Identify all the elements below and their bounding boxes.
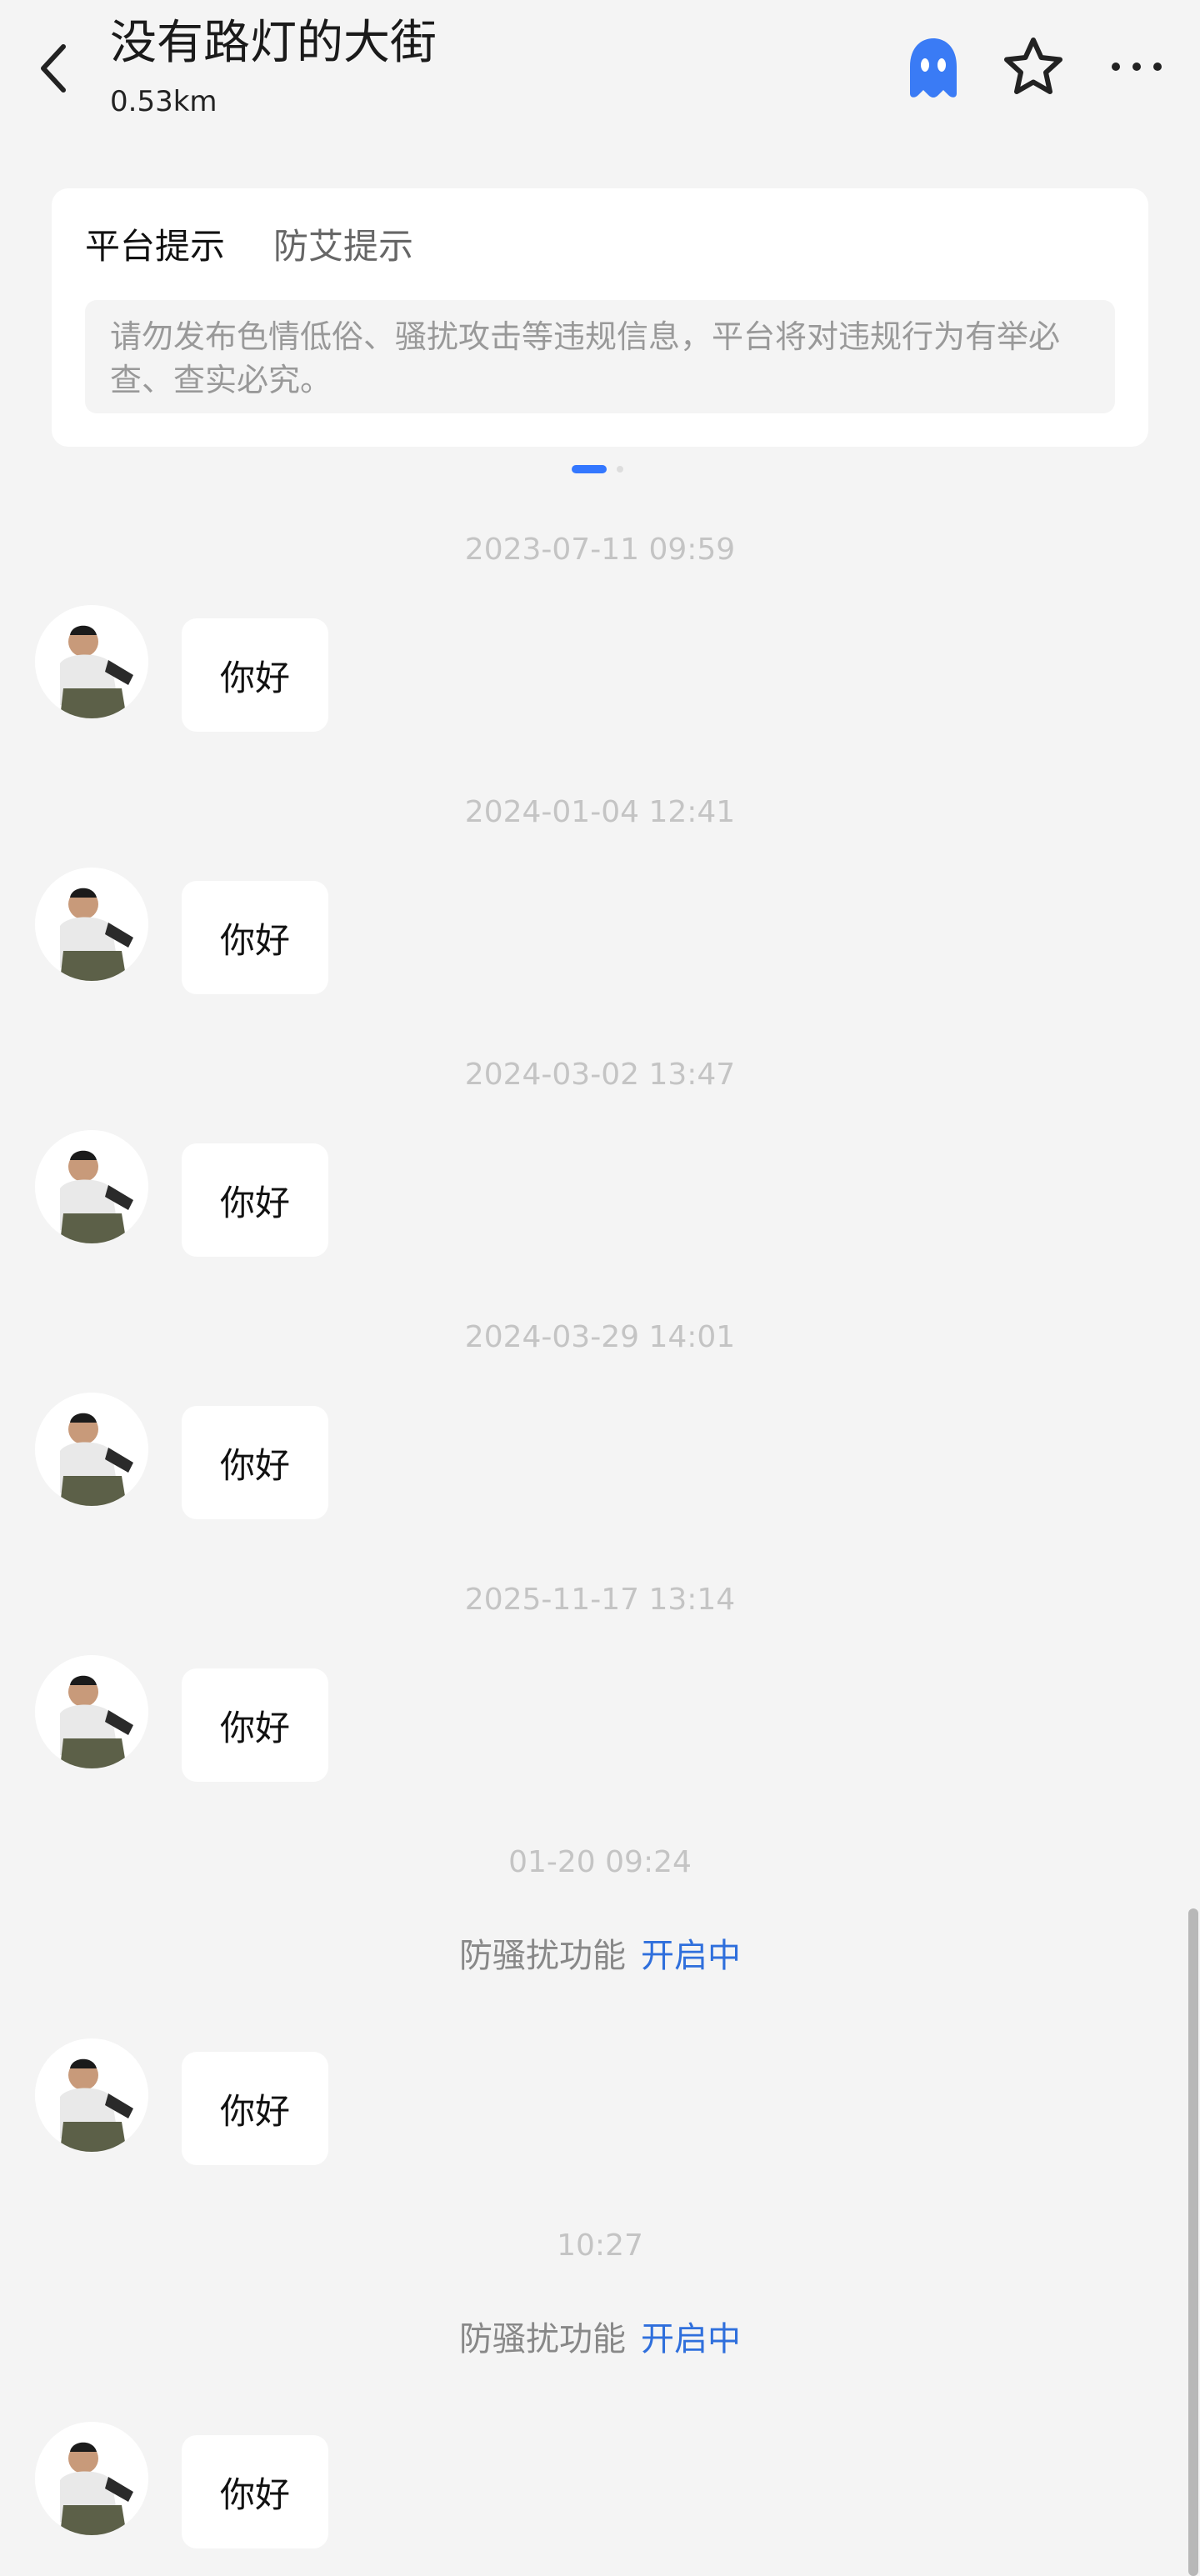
message-bubble[interactable]: 你好: [182, 2052, 328, 2165]
tip-text: 请勿发布色情低俗、骚扰攻击等违规信息，平台将对违规行为有举必查、查实必究。: [85, 300, 1115, 413]
avatar[interactable]: [35, 1655, 148, 1768]
notice-status[interactable]: 开启中: [641, 1937, 741, 1975]
notice-label: 防骚扰功能: [459, 2320, 626, 2358]
message-timestamp: 10:27: [557, 2228, 643, 2263]
avatar[interactable]: [35, 605, 148, 718]
anti-harassment-notice: 防骚扰功能 开启中: [0, 1933, 1200, 1978]
chat-screen: 没有路灯的大街 0.53km 平台提示 防艾提示 请勿发布色情低俗、骚扰攻击等违…: [0, 0, 1200, 2576]
page-indicator: [572, 465, 623, 473]
star-icon[interactable]: [1002, 35, 1065, 98]
message-bubble[interactable]: 你好: [182, 1406, 328, 1519]
dot: [1153, 63, 1162, 71]
chat-title: 没有路灯的大街: [110, 16, 437, 70]
ghost-icon[interactable]: [902, 33, 965, 103]
notice-status[interactable]: 开启中: [641, 2320, 741, 2358]
message-bubble[interactable]: 你好: [182, 618, 328, 732]
message-timestamp: 2024-01-04 12:41: [464, 795, 736, 829]
message-timestamp: 01-20 09:24: [508, 1845, 692, 1879]
message-timestamp: 2024-03-02 13:47: [464, 1058, 736, 1092]
scrollbar[interactable]: [1188, 1908, 1198, 2576]
message-bubble[interactable]: 你好: [182, 2435, 328, 2548]
avatar[interactable]: [35, 1393, 148, 1506]
tab-aids-tip[interactable]: 防艾提示: [273, 223, 413, 270]
dot: [1132, 63, 1141, 71]
page-dot: [617, 466, 623, 473]
scrollbar-thumb[interactable]: [1188, 1908, 1198, 2576]
more-dots-icon[interactable]: [1112, 50, 1162, 83]
page-dot-active: [572, 465, 607, 473]
message-timestamp: 2025-11-17 13:14: [464, 1583, 736, 1617]
avatar[interactable]: [35, 2422, 148, 2535]
tab-platform-tip[interactable]: 平台提示: [85, 223, 225, 270]
message-bubble[interactable]: 你好: [182, 1143, 328, 1257]
message-bubble[interactable]: 你好: [182, 1668, 328, 1782]
chat-header: 没有路灯的大街 0.53km: [0, 0, 1200, 133]
avatar[interactable]: [35, 868, 148, 981]
anti-harassment-notice: 防骚扰功能 开启中: [0, 2317, 1200, 2362]
message-timestamp: 2023-07-11 09:59: [464, 533, 736, 567]
platform-tip-card: 平台提示 防艾提示 请勿发布色情低俗、骚扰攻击等违规信息，平台将对违规行为有举必…: [52, 188, 1148, 447]
avatar[interactable]: [35, 2038, 148, 2152]
dot: [1112, 63, 1120, 71]
avatar[interactable]: [35, 1130, 148, 1243]
message-timestamp: 2024-03-29 14:01: [464, 1320, 736, 1354]
notice-label: 防骚扰功能: [459, 1937, 626, 1975]
message-bubble[interactable]: 你好: [182, 881, 328, 994]
distance-label: 0.53km: [110, 85, 218, 118]
back-arrow-icon[interactable]: [30, 38, 77, 98]
